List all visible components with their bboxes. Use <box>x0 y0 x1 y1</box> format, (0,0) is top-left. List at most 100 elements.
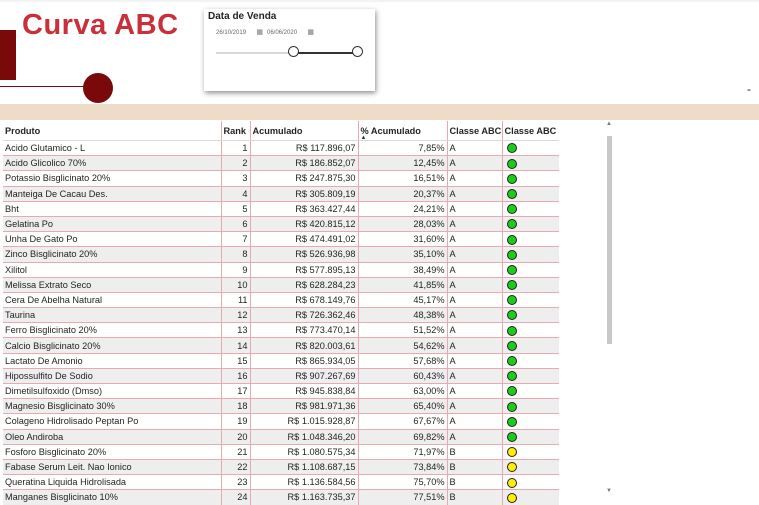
table-row[interactable]: Zinco Bisglicinato 20% 8 R$ 526.936,98 35,1… <box>3 246 559 263</box>
cell-pct-acumulado: 51,52% <box>358 322 448 339</box>
cell-classe: A <box>447 398 503 415</box>
cell-pct-acumulado: 16,51% <box>358 170 448 187</box>
cell-classe: A <box>447 307 503 324</box>
table-row[interactable]: Xilitol 9 R$ 577.895,13 38,49% A <box>3 262 559 278</box>
sort-ascending-icon: ▲ <box>360 135 367 141</box>
cell-classe: A <box>447 231 503 248</box>
slider-start-handle[interactable] <box>288 46 300 57</box>
table-row[interactable]: Acido Glicolico 70% 2 R$ 186.852,07 12,45% A <box>3 155 559 172</box>
cell-pct-acumulado: 38,49% <box>358 262 448 278</box>
table-row[interactable]: Taurina 12 R$ 726.362,46 48,38% A <box>3 307 559 324</box>
scroll-up-icon[interactable]: ▲ <box>606 121 612 127</box>
cell-acumulado: R$ 945.838,84 <box>250 383 359 400</box>
cell-pct-acumulado: 60,43% <box>358 368 448 385</box>
table-row[interactable]: Ferro Bisglicinato 20% 13 R$ 773.470,14 51,… <box>3 322 559 339</box>
start-date-field[interactable]: 26/10/2019 ▦ <box>216 28 263 38</box>
table-row[interactable]: Fosforo Bisglicinato 20% 21 R$ 1.080.575,3… <box>3 444 559 460</box>
status-circle-icon <box>506 295 517 306</box>
status-circle-icon <box>506 280 517 291</box>
cell-acumulado: R$ 1.048.346,20 <box>250 429 359 445</box>
table-row[interactable]: Magnesio Bisglicinato 30% 18 R$ 981.971,36… <box>3 398 559 415</box>
column-header-produto[interactable]: Produto <box>3 121 222 141</box>
cell-produto: Fosforo Bisglicinato 20% <box>3 444 222 460</box>
slider-end-handle[interactable] <box>351 46 363 57</box>
status-circle-icon <box>506 158 517 169</box>
column-header-acumulado[interactable]: Acumulado <box>250 121 359 141</box>
table-row[interactable]: Queratina Liquida Hidrolisada 23 R$ 1.136.… <box>3 474 559 491</box>
end-date-value: 06/06/2020 <box>267 30 298 36</box>
cell-classe: A <box>447 353 503 369</box>
scroll-down-icon[interactable]: ▼ <box>606 488 612 494</box>
cell-produto: Taurina <box>3 307 222 324</box>
cell-rank: 12 <box>221 307 251 324</box>
cell-acumulado: R$ 628.284,23 <box>250 277 359 293</box>
cell-pct-acumulado: 12,45% <box>358 155 448 172</box>
end-date-field[interactable]: 06/06/2020 ▦ <box>267 28 314 38</box>
table-row[interactable]: Cera De Abelha Natural 11 R$ 678.149,76 45,… <box>3 292 559 309</box>
date-slicer[interactable]: Data de Venda 26/10/2019 ▦ 06/06/2020 ▦ <box>204 9 375 91</box>
cell-acumulado: R$ 305.809,19 <box>250 186 359 202</box>
cell-classe-indicator <box>502 337 559 354</box>
cell-acumulado: R$ 117.896,07 <box>250 140 359 157</box>
header-divider-bar <box>0 104 759 120</box>
table-row[interactable]: Potassio Bisglicinato 20% 3 R$ 247.875,30 1… <box>3 170 559 187</box>
table-row[interactable]: Manteiga De Cacau Des. 4 R$ 305.809,19 20,3… <box>3 186 559 202</box>
cell-acumulado: R$ 678.149,76 <box>250 292 359 309</box>
cell-classe: A <box>447 170 503 187</box>
calendar-icon[interactable]: ▦ <box>256 28 263 38</box>
table-row[interactable]: Bht 5 R$ 363.427,44 24,21% A <box>3 201 559 217</box>
slicer-title: Data de Venda <box>208 11 277 22</box>
cell-rank: 20 <box>221 429 251 445</box>
cell-pct-acumulado: 71,97% <box>358 444 448 460</box>
cell-acumulado: R$ 1.163.735,37 <box>250 489 359 505</box>
column-header-classe-indicator[interactable]: Classe ABC <box>502 121 559 141</box>
cell-classe: A <box>447 277 503 293</box>
cell-produto: Dimetilsulfoxido (Dmso) <box>3 383 222 400</box>
table-row[interactable]: Calcio Bisglicinato 20% 14 R$ 820.003,61 54… <box>3 337 559 354</box>
cell-produto: Zinco Bisglicinato 20% <box>3 246 222 263</box>
cell-classe-indicator <box>502 292 559 309</box>
scrollbar-thumb[interactable] <box>607 136 612 344</box>
cell-rank: 9 <box>221 262 251 278</box>
cell-classe-indicator <box>502 246 559 263</box>
status-circle-icon <box>506 249 517 260</box>
column-header-pct-acumulado[interactable]: % Acumulado ▲ <box>358 121 448 141</box>
cell-rank: 14 <box>221 337 251 354</box>
cell-acumulado: R$ 247.875,30 <box>250 170 359 187</box>
cell-produto: Magnesio Bisglicinato 30% <box>3 398 222 415</box>
cell-classe-indicator <box>502 140 559 157</box>
table-row[interactable]: Unha De Gato Po 7 R$ 474.491,02 31,60% A <box>3 231 559 248</box>
table-row[interactable]: Melissa Extrato Seco 10 R$ 628.284,23 41,85… <box>3 277 559 293</box>
table-row[interactable]: Hipossulfito De Sodio 16 R$ 907.267,69 60,4… <box>3 368 559 385</box>
cell-acumulado: R$ 186.852,07 <box>250 155 359 172</box>
cell-classe: A <box>447 140 503 157</box>
table-row[interactable]: Oleo Andiroba 20 R$ 1.048.346,20 69,82% A <box>3 429 559 445</box>
status-circle-icon <box>506 173 517 184</box>
column-header-rank[interactable]: Rank <box>221 121 251 141</box>
calendar-icon[interactable]: ▦ <box>307 28 314 38</box>
cell-classe-indicator <box>502 383 559 400</box>
table-row[interactable]: Gelatina Po 6 R$ 420.815,12 28,03% A <box>3 216 559 233</box>
table-row[interactable]: Dimetilsulfoxido (Dmso) 17 R$ 945.838,84 63… <box>3 383 559 400</box>
cell-produto: Ferro Bisglicinato 20% <box>3 322 222 339</box>
cell-classe-indicator <box>502 201 559 217</box>
table-row[interactable]: Colageno Hidrolisado Peptan Po 19 R$ 1.015… <box>3 413 559 430</box>
column-header-label: % Acumulado <box>360 125 421 136</box>
table-row[interactable]: Lactato De Amonio 15 R$ 865.934,05 57,68% A <box>3 353 559 369</box>
table-row[interactable]: Fabase Serum Leit. Nao Ionico 22 R$ 1.108.… <box>3 459 559 476</box>
table-row[interactable]: Manganes Bisglicinato 10% 24 R$ 1.163.735,… <box>3 489 559 505</box>
cell-rank: 22 <box>221 459 251 476</box>
table-row[interactable]: Acido Glutamico - L 1 R$ 117.896,07 7,85% A <box>3 140 559 157</box>
cell-rank: 23 <box>221 474 251 491</box>
cell-rank: 6 <box>221 216 251 233</box>
cell-produto: Gelatina Po <box>3 216 222 233</box>
cell-produto: Fabase Serum Leit. Nao Ionico <box>3 459 222 476</box>
cell-acumulado: R$ 526.936,98 <box>250 246 359 263</box>
cell-produto: Calcio Bisglicinato 20% <box>3 337 222 354</box>
cell-classe: A <box>447 186 503 202</box>
cell-produto: Acido Glicolico 70% <box>3 155 222 172</box>
column-header-classe[interactable]: Classe ABC <box>447 121 503 141</box>
cell-classe-indicator <box>502 368 559 385</box>
cell-classe-indicator <box>502 474 559 491</box>
cell-classe-indicator <box>502 353 559 369</box>
